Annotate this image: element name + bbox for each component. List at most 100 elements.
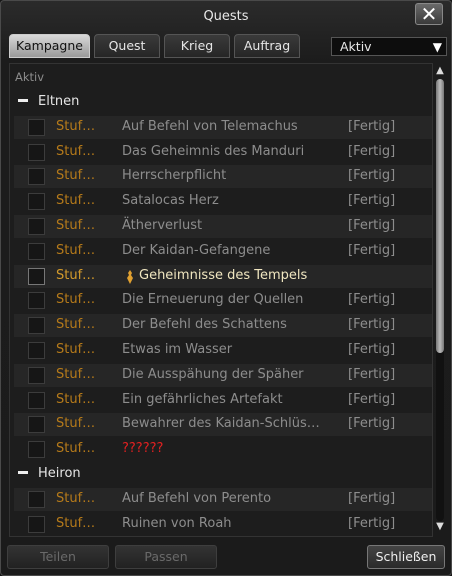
quest-name: Etwas im Wasser — [122, 342, 233, 357]
pass-button[interactable]: Passen — [115, 545, 217, 569]
group-header[interactable]: Heiron — [18, 466, 81, 481]
quest-checkbox[interactable] — [28, 118, 45, 136]
quest-status: [Fertig] — [348, 391, 396, 407]
quest-checkbox[interactable] — [28, 267, 45, 285]
quest-checkbox[interactable] — [28, 342, 45, 359]
quest-checkbox[interactable] — [28, 168, 45, 186]
quest-level: Stuf… — [56, 118, 96, 134]
scroll-track[interactable] — [436, 79, 444, 521]
quest-level: Stuf… — [56, 218, 96, 233]
quest-name: Ein gefährliches Artefakt — [122, 391, 283, 407]
group-name: Heiron — [38, 466, 81, 481]
quest-name: Die Ausspähung der Späher — [122, 366, 304, 382]
tab-auftrag[interactable]: Auftrag — [234, 34, 300, 58]
footer: Teilen Passen Schließen — [1, 541, 451, 575]
quest-level: Stuf… — [56, 441, 96, 457]
quest-status: [Fertig] — [348, 342, 396, 357]
tab-krieg[interactable]: Krieg — [164, 34, 230, 58]
quest-row[interactable]: Stuf… Ein gefährliches Artefakt [Fertig] — [14, 389, 432, 412]
quest-row[interactable]: Stuf… Auf Befehl von Telemachus [Fertig] — [14, 115, 432, 139]
quest-checkbox[interactable] — [28, 366, 45, 384]
quest-name: Die Erneuerung der Quellen — [122, 292, 304, 308]
tab-kampagne[interactable]: Kampagne — [9, 34, 90, 58]
window-title: Quests — [203, 9, 249, 24]
quest-checkbox[interactable] — [28, 490, 45, 508]
quest-checkbox[interactable] — [28, 242, 45, 260]
quest-status: [Fertig] — [348, 490, 396, 506]
quest-name: Satalocas Herz — [122, 193, 219, 209]
quest-name: Ruinen von Roah — [122, 515, 232, 531]
quest-row[interactable]: Stuf… Herrscherpflicht [Fertig] — [14, 165, 432, 189]
section-label: Aktiv — [15, 70, 45, 84]
scroll-up-icon[interactable]: ▲ — [434, 65, 446, 77]
quest-level: Stuf… — [56, 317, 96, 333]
quest-name: Geheimnisse des Tempels — [139, 267, 308, 283]
quest-list[interactable]: Aktiv Eltnen Stuf… Auf Befehl von Telemach… — [9, 63, 433, 537]
quest-checkbox[interactable] — [28, 143, 45, 161]
quest-name: ?????? — [122, 441, 164, 457]
quest-name: Der Befehl des Schattens — [122, 317, 287, 333]
quest-row[interactable]: Stuf… Das Geheimnis des Manduri [Fertig] — [14, 141, 432, 164]
scrollbar[interactable]: ▲ ▼ — [433, 63, 447, 537]
quest-row[interactable]: Stuf… Auf Befehl von Perento [Fertig] — [14, 487, 432, 511]
tab-quest[interactable]: Quest — [94, 34, 160, 58]
quest-checkbox[interactable] — [28, 292, 45, 310]
quest-level: Stuf… — [56, 490, 96, 506]
quest-row[interactable]: Stuf…?????? — [14, 438, 432, 461]
quest-row[interactable]: Stuf… Ätherverlust [Fertig] — [14, 215, 432, 238]
quest-checkbox[interactable] — [28, 441, 45, 459]
quest-level: Stuf… — [56, 515, 96, 531]
quest-row[interactable]: Stuf… Satalocas Herz [Fertig] — [14, 190, 432, 213]
quest-checkbox[interactable] — [28, 416, 45, 434]
quest-row[interactable]: Stuf… Der Befehl des Schattens [Fertig] — [14, 314, 432, 338]
quest-row[interactable]: Stuf… Die Erneuerung der Quellen [Fertig] — [14, 289, 432, 312]
quest-checkbox[interactable] — [28, 391, 45, 409]
quest-level: Stuf… — [56, 143, 96, 159]
scroll-thumb[interactable] — [436, 79, 444, 353]
quest-level: Stuf… — [56, 292, 96, 308]
collapse-icon[interactable] — [18, 99, 28, 102]
quest-level: Stuf… — [56, 267, 96, 283]
quest-checkbox[interactable] — [28, 193, 45, 211]
close-button[interactable]: Schließen — [367, 545, 445, 569]
quest-status: [Fertig] — [348, 317, 396, 333]
group-name: Eltnen — [38, 94, 80, 109]
quest-status: [Fertig] — [348, 416, 396, 432]
quest-name: Bewahrer des Kaidan-Schlüs… — [122, 416, 320, 432]
quest-name: Der Kaidan-Gefangene — [122, 242, 271, 258]
scroll-down-icon[interactable]: ▼ — [434, 521, 446, 533]
campaign-quest-icon — [127, 269, 133, 284]
quest-checkbox[interactable] — [28, 515, 45, 533]
quest-status: [Fertig] — [348, 143, 396, 159]
chevron-down-icon: ▼ — [432, 40, 442, 54]
quest-name: Herrscherpflicht — [122, 168, 227, 184]
quest-row[interactable]: Stuf… Geheimnisse des Tempels — [14, 264, 432, 288]
close-icon[interactable]: ✕ — [415, 3, 443, 25]
quest-level: Stuf… — [56, 168, 96, 184]
quest-row[interactable]: Stuf… Bewahrer des Kaidan-Schlüs… [Fertig] — [14, 413, 432, 437]
quest-status: [Fertig] — [348, 366, 396, 382]
share-button[interactable]: Teilen — [7, 545, 109, 569]
quest-checkbox[interactable] — [28, 218, 45, 235]
titlebar[interactable]: Quests ✕ — [1, 1, 451, 31]
status-filter-dropdown[interactable]: Aktiv ▼ — [331, 37, 447, 56]
quest-status: [Fertig] — [348, 168, 396, 184]
quest-checkbox[interactable] — [28, 317, 45, 335]
quest-row[interactable]: Stuf… Ruinen von Roah [Fertig] — [14, 513, 432, 536]
quest-level: Stuf… — [56, 391, 96, 407]
filter-selected: Aktiv — [340, 39, 372, 54]
quest-status: [Fertig] — [348, 118, 396, 134]
quest-status: [Fertig] — [348, 515, 396, 531]
quest-name: Das Geheimnis des Manduri — [122, 143, 305, 159]
group-header[interactable]: Eltnen — [18, 94, 79, 109]
collapse-icon[interactable] — [18, 471, 28, 474]
quest-level: Stuf… — [56, 416, 96, 432]
quest-name: Auf Befehl von Perento — [122, 490, 272, 506]
quest-row[interactable]: Stuf… Der Kaidan-Gefangene [Fertig] — [14, 240, 432, 263]
quest-level: Stuf… — [56, 366, 96, 382]
quest-status: [Fertig] — [348, 292, 396, 308]
quest-row[interactable]: Stuf… Etwas im Wasser [Fertig] — [14, 339, 432, 362]
quest-status: [Fertig] — [348, 218, 396, 233]
quest-row[interactable]: Stuf… Die Ausspähung der Späher [Fertig] — [14, 363, 432, 387]
quest-name: Ätherverlust — [122, 218, 203, 233]
